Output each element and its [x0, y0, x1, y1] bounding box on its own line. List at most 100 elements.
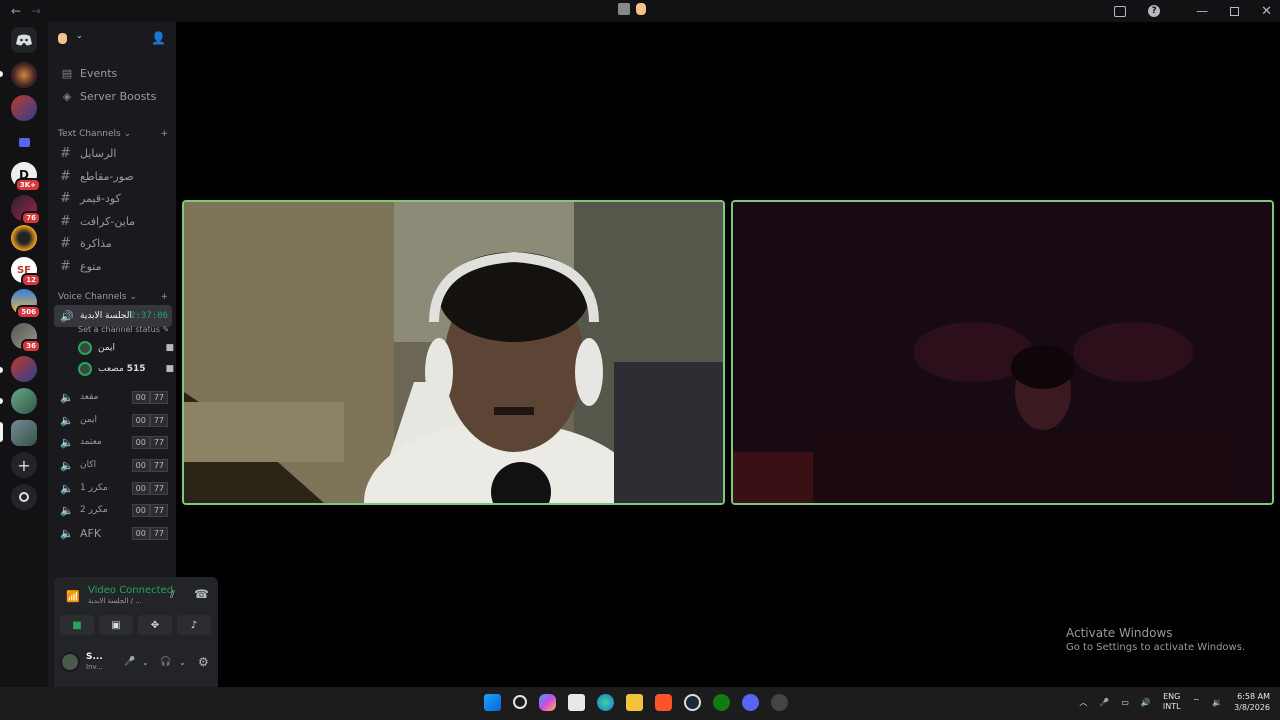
invite-user-icon[interactable]: 👤	[151, 31, 166, 45]
file-explorer-icon[interactable]	[626, 694, 643, 711]
disconnect-icon[interactable]: ☎	[194, 587, 209, 601]
hash-icon: #	[60, 213, 71, 229]
clock[interactable]: 6:58 AM 3/8/2026	[1234, 691, 1270, 713]
text-channel[interactable]: # مذاكرة	[54, 232, 172, 254]
active-voice-channel[interactable]: 🔊 الجلسة الابدية 2:37:06	[54, 305, 172, 327]
server-icon[interactable]	[11, 62, 37, 88]
video-tile[interactable]	[731, 200, 1274, 505]
voice-channel[interactable]: 🔈 معتمد 00 77	[54, 431, 172, 453]
avatar[interactable]	[60, 652, 80, 672]
speaker-icon: 🔊	[60, 309, 74, 323]
brave-icon[interactable]	[655, 694, 672, 711]
edge-icon[interactable]	[597, 694, 614, 711]
steam-icon[interactable]	[684, 694, 701, 711]
voice-channel[interactable]: 🔈 2 مكرر 00 77	[54, 499, 172, 521]
channel-label: ماين-كرافت	[80, 214, 136, 228]
video-tile[interactable]	[182, 200, 725, 505]
chevron-down-icon[interactable]: ⌄	[179, 658, 186, 667]
channel-label: 2 مكرر	[80, 505, 108, 515]
xbox-icon[interactable]	[713, 694, 730, 711]
user-count: 00	[131, 413, 150, 427]
wifi-icon[interactable]: ⌔	[1193, 697, 1201, 707]
channel-label: كود-قيمر	[80, 191, 121, 205]
server-folder-icon[interactable]	[11, 129, 37, 155]
server-icon[interactable]	[11, 388, 37, 414]
server-icon[interactable]: 76	[11, 195, 41, 225]
input-language[interactable]: ENG INTL	[1163, 692, 1181, 712]
text-channel[interactable]: # الرسايل	[54, 142, 172, 164]
microphone-icon[interactable]: 🎤	[124, 657, 135, 667]
mention-badge: 76	[21, 211, 41, 225]
soundboard-button[interactable]: ♪	[177, 615, 211, 635]
server-icon[interactable]: D 3K+	[11, 162, 41, 192]
voice-channel[interactable]: 🔈 1 مكرر 00 77	[54, 477, 172, 499]
search-icon[interactable]	[513, 695, 527, 709]
speaker-icon[interactable]: 🔉	[1212, 698, 1222, 707]
screen-share-button[interactable]: ▣	[99, 615, 133, 635]
activities-button[interactable]: ✥	[138, 615, 172, 635]
text-channel[interactable]: # صور-مقاطع	[54, 165, 172, 187]
server-header[interactable]: ⌄ 👤	[48, 22, 176, 54]
connection-status[interactable]: Video Connected	[88, 585, 173, 596]
mention-badge: 3K+	[14, 178, 41, 192]
voice-channels-category[interactable]: Voice Channels ⌄ +	[58, 292, 168, 302]
video-button[interactable]: ■	[60, 615, 94, 635]
voice-user[interactable]: ايمن ■	[78, 338, 174, 358]
voice-user[interactable]: مصعب 515 ■	[78, 359, 174, 379]
add-server-icon[interactable]: +	[11, 452, 37, 478]
chevron-down-icon[interactable]: ⌄	[142, 658, 149, 667]
inbox-icon[interactable]	[1114, 5, 1127, 17]
discord-home-icon[interactable]	[11, 27, 37, 53]
channel-status[interactable]: Set a channel status ✎	[78, 325, 169, 334]
speaker-icon: 🔈	[60, 390, 74, 404]
add-channel-icon[interactable]: +	[160, 129, 168, 139]
voice-channel[interactable]: 🔈 اكان 00 77	[54, 454, 172, 476]
discord-icon[interactable]	[742, 694, 759, 711]
connection-channel[interactable]: الجلسة الابدية / ...	[88, 597, 142, 605]
events-item[interactable]: ▤ Events	[54, 62, 172, 84]
user-name[interactable]: S...	[86, 652, 103, 662]
server-icon[interactable]	[11, 225, 37, 251]
server-unread-pill	[0, 398, 3, 404]
channel-label: مقعد	[80, 392, 99, 402]
microphone-icon[interactable]: 🎤	[1099, 698, 1109, 707]
volume-icon[interactable]: 🔊	[1141, 698, 1151, 707]
chevron-up-icon[interactable]: ︿	[1079, 697, 1087, 708]
camera-icon: ■	[165, 364, 174, 374]
discover-icon[interactable]	[11, 484, 37, 510]
minimize-icon[interactable]: —	[1196, 4, 1208, 18]
add-channel-icon[interactable]: +	[160, 292, 168, 302]
voice-channel[interactable]: 🔈 AFK 00 77	[54, 522, 172, 544]
store-icon[interactable]	[568, 694, 585, 711]
server-icon-selected[interactable]	[11, 420, 37, 446]
app-icon[interactable]	[771, 694, 788, 711]
category-label: Voice Channels	[58, 292, 127, 302]
text-channel[interactable]: # متوع	[54, 255, 172, 277]
headphones-icon[interactable]: 🎧	[160, 657, 171, 667]
voice-channel[interactable]: 🔈 ايمن 00 77	[54, 409, 172, 431]
help-icon[interactable]: ?	[1148, 5, 1161, 17]
server-boosts-item[interactable]: ◈ Server Boosts	[54, 85, 172, 107]
server-icon[interactable]: SF 12	[11, 257, 41, 287]
user-tag: 515	[126, 364, 146, 374]
server-icon[interactable]: 36	[11, 323, 41, 353]
forward-arrow-icon[interactable]: →	[28, 4, 44, 18]
noise-suppression-icon[interactable]: ⫽	[170, 588, 175, 602]
text-channel[interactable]: # ماين-كرافت	[54, 210, 172, 232]
server-icon[interactable]	[11, 356, 37, 382]
user-name: مصعب	[98, 364, 124, 374]
back-arrow-icon[interactable]: ←	[8, 4, 24, 18]
user-count: 00	[131, 435, 150, 449]
copilot-icon[interactable]	[539, 694, 556, 711]
settings-gear-icon[interactable]: ⚙	[198, 655, 209, 669]
text-channel[interactable]: # كود-قيمر	[54, 187, 172, 209]
user-limit: 77	[149, 458, 168, 472]
server-icon[interactable]: 506	[11, 289, 41, 319]
close-icon[interactable]: ✕	[1261, 4, 1272, 19]
text-channels-category[interactable]: Text Channels ⌄ +	[58, 129, 168, 139]
voice-channel[interactable]: 🔈 مقعد 00 77	[54, 386, 172, 408]
windows-start-icon[interactable]	[484, 694, 501, 711]
maximize-icon[interactable]	[1230, 6, 1240, 16]
server-icon[interactable]	[11, 95, 37, 121]
monitor-icon[interactable]: ▭	[1121, 698, 1129, 707]
